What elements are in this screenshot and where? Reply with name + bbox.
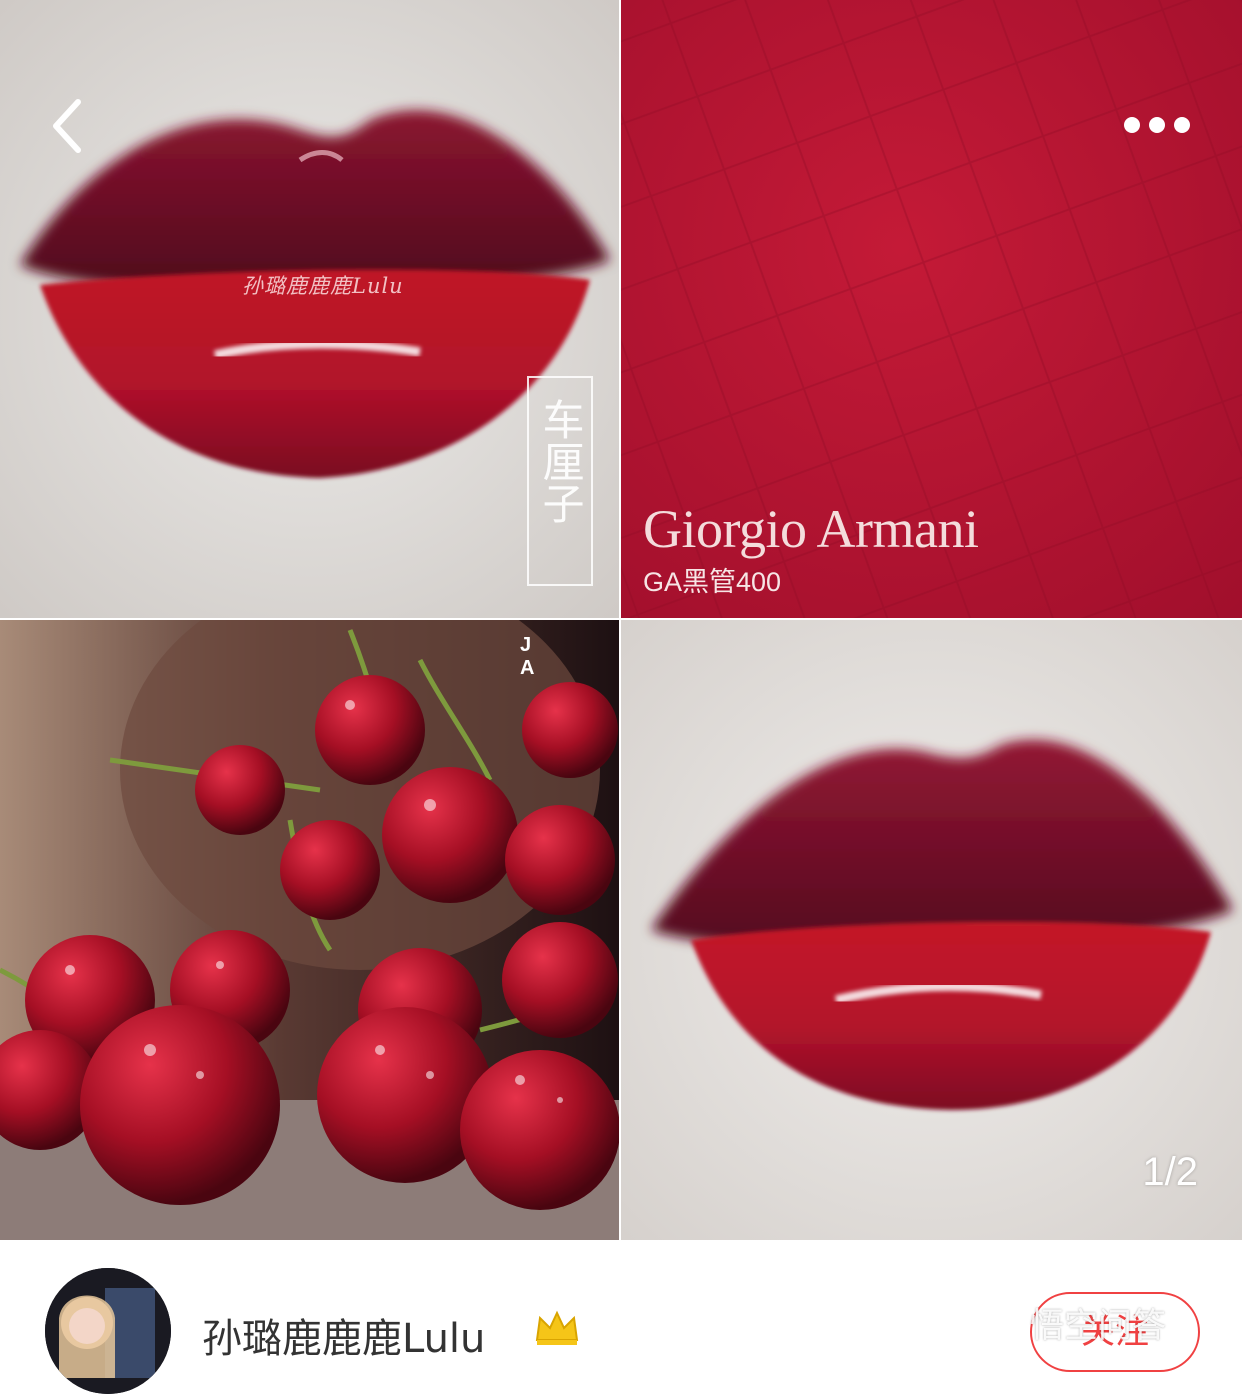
chevron-left-icon <box>53 99 81 153</box>
author-bar: 孙璐鹿鹿鹿Lulu 关注 悟空问答 <box>0 1240 1242 1394</box>
author-name[interactable]: 孙璐鹿鹿鹿Lulu <box>202 1306 485 1364</box>
follow-button[interactable]: 关注 <box>1030 1292 1200 1372</box>
avatar[interactable] <box>45 1268 171 1394</box>
lips-photo-bottom <box>621 620 1242 1240</box>
back-button[interactable] <box>30 84 110 164</box>
more-dots-icon <box>1124 117 1190 133</box>
brand-name: Giorgio Armani <box>643 499 979 559</box>
lipstick-swatch: Giorgio Armani GA黑管400 <box>621 0 1242 618</box>
more-options-button[interactable] <box>1112 100 1202 150</box>
vertical-label-box: 车厘子 <box>527 376 593 586</box>
shade-label: GA黑管400 <box>643 567 782 597</box>
image-collage[interactable]: 孙璐鹿鹿鹿Lulu 车厘子 Giorgio Armani GA黑管400 J A… <box>0 0 1242 1240</box>
corner-letters: J A <box>520 634 577 679</box>
crown-icon <box>535 1310 579 1345</box>
vertical-label: 车厘子 <box>536 398 585 524</box>
cherries-photo: J A <box>0 620 619 1240</box>
image-pager: 1/2 <box>1142 1150 1198 1194</box>
watermark-text: 孙璐鹿鹿鹿Lulu <box>242 274 404 298</box>
